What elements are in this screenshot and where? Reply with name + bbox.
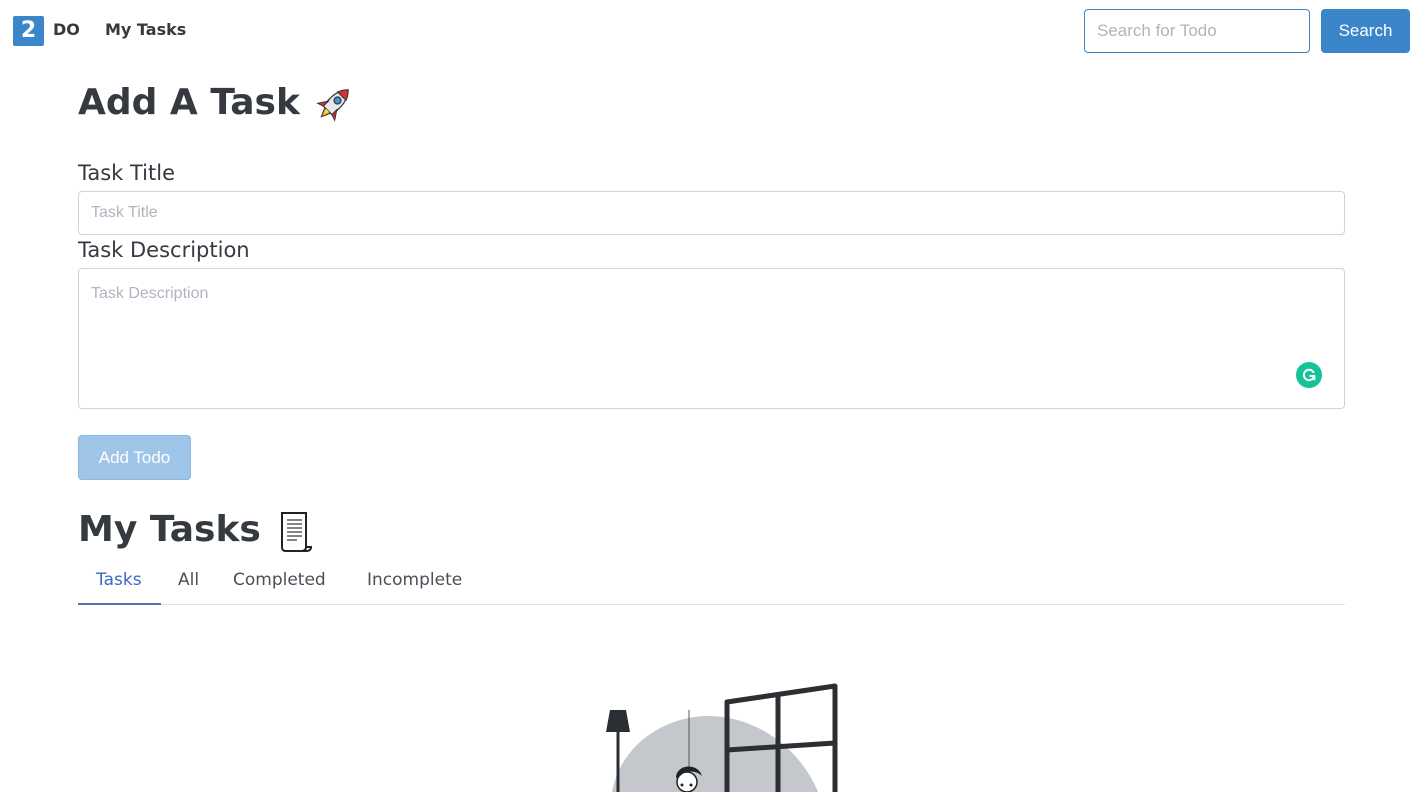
- my-tasks-heading-text: My Tasks: [78, 509, 261, 550]
- empty-state-illustration: [606, 683, 838, 792]
- tab-completed[interactable]: Completed: [233, 570, 326, 590]
- add-task-heading-text: Add A Task: [78, 82, 300, 123]
- task-description-label: Task Description: [78, 238, 250, 262]
- task-title-input[interactable]: [78, 191, 1345, 235]
- tab-incomplete[interactable]: Incomplete: [367, 570, 462, 590]
- grammarly-icon[interactable]: [1296, 362, 1322, 388]
- tab-all[interactable]: All: [178, 570, 199, 590]
- add-task-heading: Add A Task: [78, 82, 356, 126]
- nav-link-my-tasks[interactable]: My Tasks: [105, 20, 186, 39]
- my-tasks-heading: My Tasks: [78, 509, 317, 553]
- active-tab-indicator: [78, 603, 161, 605]
- search-button[interactable]: Search: [1321, 9, 1410, 53]
- task-title-label: Task Title: [78, 161, 176, 185]
- rocket-icon: [316, 89, 350, 122]
- brand-text[interactable]: DO: [53, 20, 80, 39]
- brand-logo[interactable]: 2: [13, 16, 44, 46]
- tab-tasks[interactable]: Tasks: [96, 570, 142, 590]
- search-input[interactable]: [1084, 9, 1310, 53]
- navbar: 2 DO My Tasks Search: [0, 0, 1421, 62]
- scroll-icon: [281, 512, 313, 552]
- task-tabs: Tasks All Completed Incomplete: [78, 563, 1345, 605]
- add-todo-button[interactable]: Add Todo: [78, 435, 191, 480]
- task-description-input[interactable]: [78, 268, 1345, 409]
